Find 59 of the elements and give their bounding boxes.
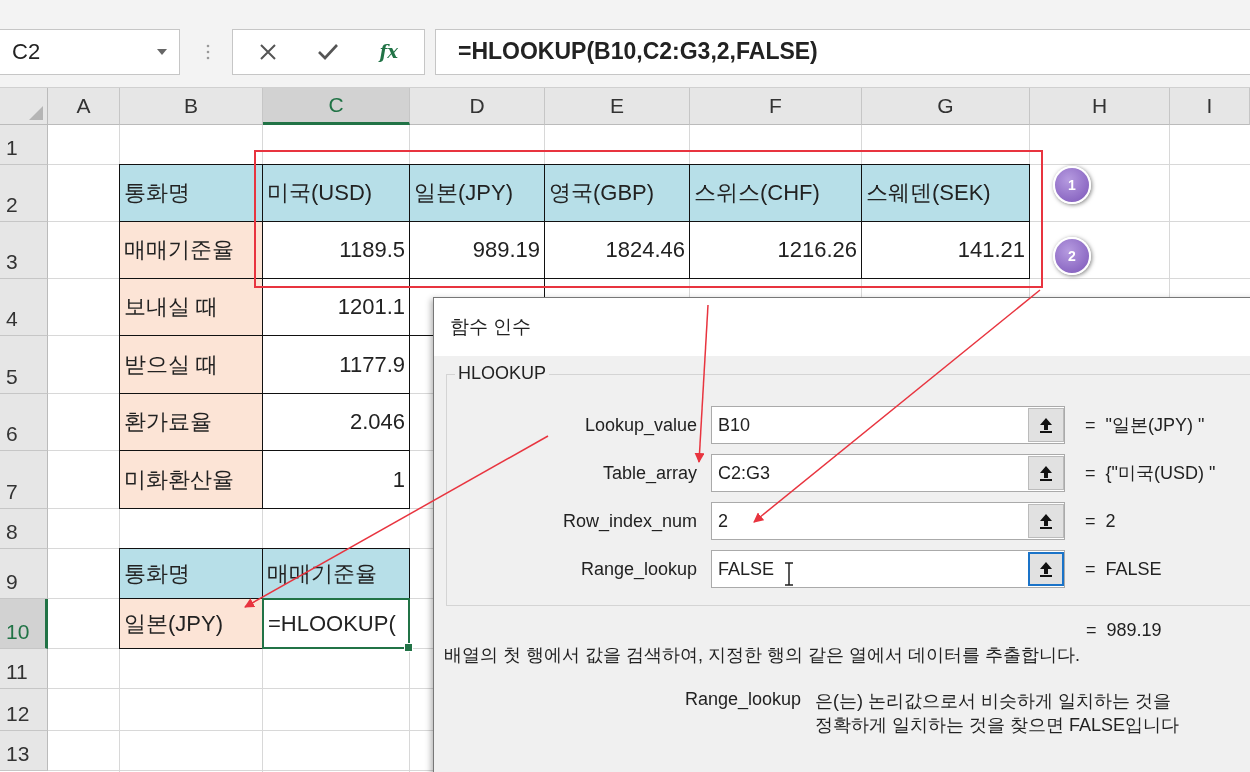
column-header[interactable]: F <box>690 88 862 125</box>
header-cell: 일본(JPY) <box>409 164 545 222</box>
help-text: 정확하게 일치하는 것을 찾으면 FALSE입니다 <box>815 714 1180 737</box>
label-cell: 환가료율 <box>119 393 263 451</box>
row-header[interactable]: 2 <box>0 165 48 222</box>
row-header[interactable]: 10 <box>0 599 48 649</box>
help-text: 은(는) 논리값으로서 비슷하게 일치하는 것을 <box>815 690 1172 713</box>
header-cell: 통화명 <box>119 548 263 599</box>
row-header[interactable]: 13 <box>0 731 48 771</box>
header-cell: 통화명 <box>119 164 263 222</box>
argument-result: = 2 <box>1085 510 1116 532</box>
row-header[interactable]: 12 <box>0 689 48 731</box>
label-cell: 일본(JPY) <box>119 598 263 649</box>
column-header[interactable]: B <box>120 88 263 125</box>
column-header[interactable]: C <box>263 88 410 125</box>
row-header[interactable]: 4 <box>0 279 48 336</box>
header-cell: 영국(GBP) <box>544 164 690 222</box>
formula-cell: =HLOOKUP( <box>262 598 410 649</box>
header-cell: 스위스(CHF) <box>689 164 862 222</box>
row-header[interactable]: 6 <box>0 394 48 451</box>
column-header[interactable]: E <box>545 88 690 125</box>
label-cell: 미화환산율 <box>119 450 263 509</box>
column-header[interactable]: G <box>862 88 1030 125</box>
argument-field[interactable]: FALSE <box>711 550 1065 588</box>
row-header[interactable]: 11 <box>0 649 48 689</box>
argument-label: Table_array <box>601 462 698 484</box>
label-cell: 매매기준율 <box>119 221 263 279</box>
argument-result: = "일본(JPY) " <box>1085 414 1205 437</box>
label-cell: 받으실 때 <box>119 335 263 394</box>
formula-field[interactable]: =HLOOKUP(B10,C2:G3,2,FALSE) <box>435 28 1250 75</box>
label-cell: 보내실 때 <box>119 278 263 336</box>
row-header[interactable]: 9 <box>0 549 48 599</box>
argument-result: = FALSE <box>1085 558 1162 580</box>
row-header[interactable]: 7 <box>0 451 48 509</box>
name-box[interactable]: C2 <box>0 28 180 75</box>
header-cell: 미국(USD) <box>262 164 410 222</box>
function-description: 배열의 첫 행에서 값을 검색하여, 지정한 행의 같은 열에서 데이터를 추출합니다. <box>444 644 1081 667</box>
argument-label: Row_index_num <box>561 510 698 532</box>
row-header[interactable]: 1 <box>0 125 48 165</box>
formula-result: = 989.19 <box>1086 620 1162 640</box>
row-header[interactable]: 3 <box>0 222 48 279</box>
column-header[interactable]: D <box>410 88 545 125</box>
table-cell: 141.21 <box>861 221 1030 279</box>
argument-field[interactable]: C2:G3 <box>711 454 1065 492</box>
argument-label: Lookup_value <box>583 414 698 436</box>
argument-label: Range_lookup <box>579 558 698 580</box>
insert-function-button[interactable]: fx <box>379 41 398 62</box>
argument-field[interactable]: 2 <box>711 502 1065 540</box>
header-cell: 스웨덴(SEK) <box>861 164 1030 222</box>
row-header[interactable]: 5 <box>0 336 48 394</box>
row-header[interactable]: 8 <box>0 509 48 549</box>
column-header[interactable]: I <box>1170 88 1250 125</box>
argument-result: = {"미국(USD) " <box>1085 462 1216 485</box>
argument-field[interactable]: B10 <box>711 406 1065 444</box>
dialog-title: 함수 인수 <box>450 315 532 339</box>
table-cell: 1 <box>262 450 410 509</box>
column-header[interactable]: A <box>48 88 120 125</box>
help-argument-name: Range_lookup <box>683 689 802 712</box>
column-header[interactable]: H <box>1030 88 1170 125</box>
